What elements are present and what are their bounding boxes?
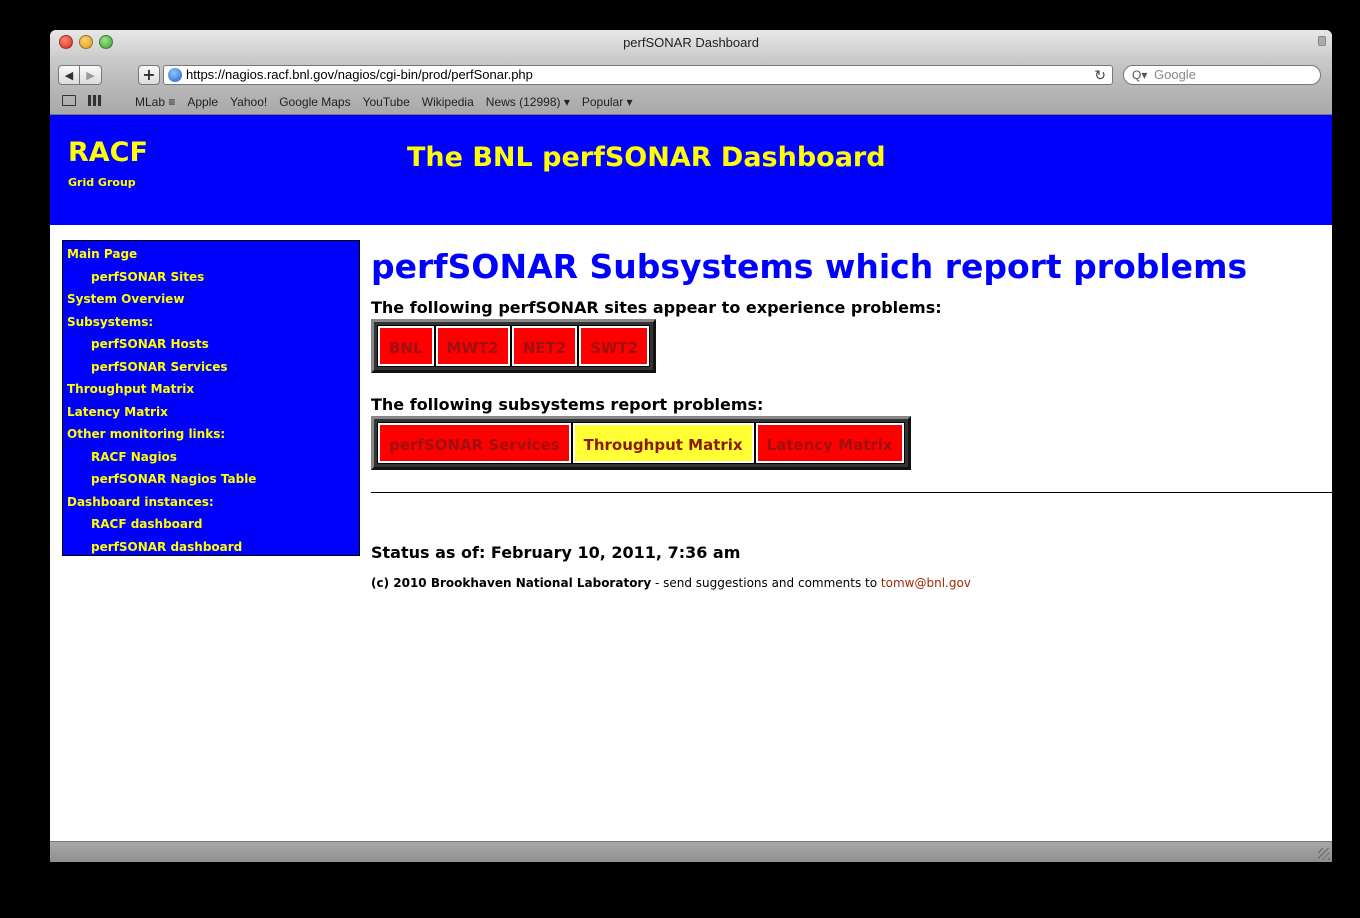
grid-icon[interactable] <box>88 95 102 106</box>
subsystem-cell-throughput-matrix[interactable]: Throughput Matrix <box>571 422 755 464</box>
back-button[interactable]: ◀ <box>58 65 80 85</box>
address-bar[interactable]: https://nagios.racf.bnl.gov/nagios/cgi-b… <box>163 65 1113 85</box>
sidebar-item-system-overview[interactable]: System Overview <box>63 290 359 313</box>
page-title: perfSONAR Subsystems which report proble… <box>371 247 1248 286</box>
search-field[interactable]: Q▾ Google <box>1123 65 1321 85</box>
add-bookmark-button[interactable]: + <box>138 65 160 85</box>
window-title: perfSONAR Dashboard <box>623 35 759 50</box>
bookmark-google-maps[interactable]: Google Maps <box>279 95 350 109</box>
search-icon: Q▾ <box>1132 68 1148 82</box>
sidebar-item-perfsonar-sites[interactable]: perfSONAR Sites <box>63 268 359 291</box>
reload-icon[interactable]: ↻ <box>1094 66 1106 84</box>
status-timestamp: Status as of: February 10, 2011, 7:36 am <box>371 543 741 562</box>
footer-copyright: (c) 2010 Brookhaven National Laboratory <box>371 576 652 590</box>
site-cell-net2[interactable]: NET2 <box>510 325 579 367</box>
forward-button[interactable]: ▶ <box>80 65 102 85</box>
page-banner: RACF Grid Group The BNL perfSONAR Dashbo… <box>50 115 1332 225</box>
bookmark-news[interactable]: News (12998) ▾ <box>486 95 570 109</box>
sidebar-item-perfsonar-services[interactable]: perfSONAR Services <box>63 358 359 381</box>
browser-window: perfSONAR Dashboard ◀ ▶ + https://nagios… <box>50 30 1332 862</box>
bookmark-wikipedia[interactable]: Wikipedia <box>422 95 474 109</box>
racf-logo-subtitle: Grid Group <box>68 176 136 189</box>
bookmark-mlab[interactable]: MLab ≡ <box>135 95 175 109</box>
sidebar-item-latency-matrix[interactable]: Latency Matrix <box>63 403 359 426</box>
problem-sites-table: BNL MWT2 NET2 SWT2 <box>371 319 657 373</box>
sidebar-item-main-page[interactable]: Main Page <box>63 245 359 268</box>
sidebar-item-dashboard-instances: Dashboard instances: <box>67 494 214 509</box>
bookmark-youtube[interactable]: YouTube <box>363 95 410 109</box>
divider <box>371 492 1332 493</box>
banner-title: The BNL perfSONAR Dashboard <box>407 142 886 173</box>
address-bar-url: https://nagios.racf.bnl.gov/nagios/cgi-b… <box>186 67 533 82</box>
bookmark-list: MLab ≡ Apple Yahoo! Google Maps YouTube … <box>135 95 633 109</box>
sidebar-item-racf-nagios[interactable]: RACF Nagios <box>63 448 359 471</box>
sites-label: The following perfSONAR sites appear to … <box>371 298 942 317</box>
book-icon[interactable] <box>62 95 76 106</box>
main-content: perfSONAR Subsystems which report proble… <box>371 247 1332 590</box>
browser-toolbar: ◀ ▶ + https://nagios.racf.bnl.gov/nagios… <box>50 60 1332 90</box>
sidebar-item-other-monitoring: Other monitoring links: <box>67 427 226 441</box>
footer-email-link[interactable]: tomw@bnl.gov <box>881 576 971 590</box>
sidebar-item-perfsonar-dashboard[interactable]: perfSONAR dashboard <box>63 538 359 561</box>
site-cell-swt2[interactable]: SWT2 <box>578 325 651 367</box>
sidebar-item-throughput-matrix[interactable]: Throughput Matrix <box>63 380 359 403</box>
page-content: RACF Grid Group The BNL perfSONAR Dashbo… <box>50 115 1332 842</box>
title-bar: perfSONAR Dashboard <box>50 30 1332 60</box>
lock-icon <box>1318 36 1326 46</box>
nav-buttons: ◀ ▶ <box>58 65 102 85</box>
problem-subsystems-table: perfSONAR Services Throughput Matrix Lat… <box>371 416 911 470</box>
globe-icon <box>168 68 182 82</box>
subsystem-cell-perfsonar-services[interactable]: perfSONAR Services <box>377 422 572 464</box>
site-cell-bnl[interactable]: BNL <box>377 325 435 367</box>
bookmark-yahoo[interactable]: Yahoo! <box>230 95 267 109</box>
subsystem-cell-latency-matrix[interactable]: Latency Matrix <box>754 422 905 464</box>
bookmark-apple[interactable]: Apple <box>187 95 218 109</box>
resize-handle-icon[interactable] <box>1318 848 1330 860</box>
sidebar-item-subsystems: Subsystems: <box>67 314 154 329</box>
bookmark-popular[interactable]: Popular ▾ <box>582 95 633 109</box>
sidebar-nav: Main Page perfSONAR Sites System Overvie… <box>62 240 360 556</box>
footer-text: - send suggestions and comments to <box>651 576 881 590</box>
subsystems-label: The following subsystems report problems… <box>371 395 764 414</box>
site-cell-mwt2[interactable]: MWT2 <box>434 325 511 367</box>
sidebar-item-perfsonar-hosts[interactable]: perfSONAR Hosts <box>63 335 359 358</box>
racf-logo: RACF <box>68 137 148 168</box>
status-bar <box>50 841 1332 862</box>
footer: (c) 2010 Brookhaven National Laboratory … <box>371 576 1332 590</box>
sidebar-item-perfsonar-nagios-table[interactable]: perfSONAR Nagios Table <box>63 470 359 493</box>
bookmarks-bar: MLab ≡ Apple Yahoo! Google Maps YouTube … <box>50 90 1332 115</box>
sidebar-item-racf-dashboard[interactable]: RACF dashboard <box>63 515 359 538</box>
search-placeholder: Google <box>1154 67 1196 82</box>
